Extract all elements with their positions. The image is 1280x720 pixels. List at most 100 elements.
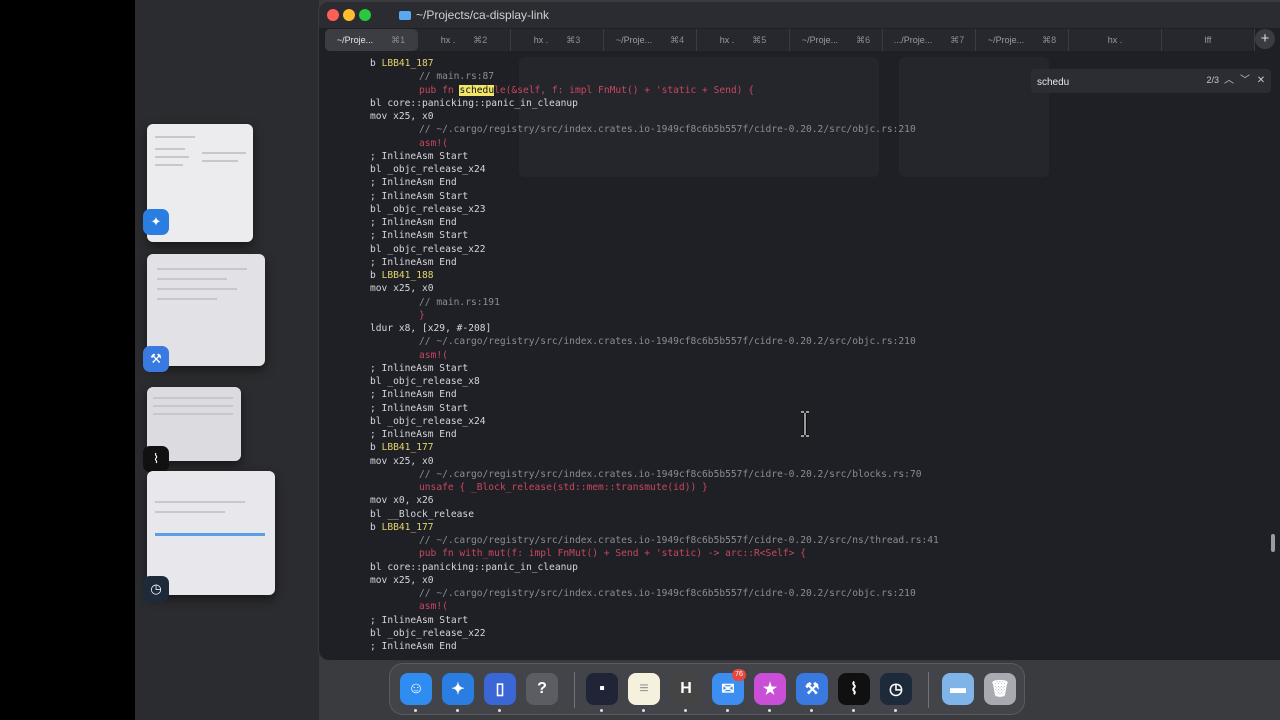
tab-label: ~/Proje...: [615, 35, 653, 45]
tab-label: hx .: [719, 35, 735, 45]
tab-2[interactable]: hx . ⌘2: [418, 29, 511, 51]
previous-match-button[interactable]: ︿: [1222, 73, 1236, 89]
folder-icon: [399, 10, 411, 20]
tab-3[interactable]: hx . ⌘3: [511, 29, 604, 51]
xcode-beta-app-icon[interactable]: ⚒: [796, 673, 828, 705]
code-token: // ~/.cargo/registry/src/index.crates.io…: [419, 535, 939, 546]
code-token: le(&self, f: impl FnMut() + 'static + Se…: [494, 84, 755, 96]
tab-7[interactable]: .../Proje... ⌘7: [883, 29, 976, 51]
trash-icon[interactable]: 🗑: [984, 673, 1016, 705]
tab-shortcut: ⌘3: [566, 34, 581, 45]
code-token: bl core::panicking::panic_in_cleanup: [370, 97, 578, 109]
code-line: // main.rs:191: [370, 296, 939, 309]
scrollbar-thumb[interactable]: [1271, 534, 1275, 552]
tab-label: hx .: [440, 35, 456, 45]
new-tab-button[interactable]: +: [1255, 29, 1275, 49]
code-line: // main.rs:87: [370, 70, 939, 83]
code-token: // ~/.cargo/registry/src/index.crates.io…: [419, 336, 916, 348]
disassembly-output[interactable]: b LBB41_187 // main.rs:87 pub fn schedule(…: [370, 57, 939, 653]
code-token: bl _objc_release_x22: [370, 627, 486, 639]
tab-shortcut: ⌘6: [856, 34, 871, 45]
code-token: mov x25, x0: [370, 455, 434, 467]
search-input[interactable]: [1035, 71, 1199, 93]
code-line: // ~/.cargo/registry/src/index.crates.io…: [370, 123, 939, 136]
code-line: unsafe { _Block_release(std::mem::transm…: [370, 481, 939, 494]
code-token: b: [370, 270, 382, 281]
code-token: bl core::panicking::panic_in_cleanup: [370, 561, 578, 573]
downloads-folder-icon[interactable]: ▬: [942, 673, 974, 705]
terminal-window[interactable]: ~/Projects/ca-display-link ~/Proje... ⌘1 h…: [319, 2, 1280, 660]
search-match-highlight: schedu: [459, 84, 495, 96]
running-indicator: [768, 709, 771, 712]
code-token: pub fn with_mut(f: impl FnMut() + Send +…: [419, 548, 806, 560]
help-app-icon[interactable]: ?: [526, 673, 558, 705]
window-title-text: ~/Projects/ca-display-link: [416, 8, 550, 22]
simulator-app-icon[interactable]: ▯: [484, 673, 516, 705]
code-line: asm!(: [370, 349, 939, 362]
window-title: ~/Projects/ca-display-link: [399, 8, 549, 22]
code-token: ldur x8, [x29, #-208]: [370, 323, 492, 334]
finder-app-icon[interactable]: ☺: [400, 673, 432, 705]
code-token: ; InlineAsm Start: [370, 150, 469, 162]
tab-8[interactable]: ~/Proje... ⌘8: [976, 29, 1069, 51]
running-indicator: [642, 709, 645, 712]
code-token: b: [370, 58, 382, 69]
tab-label: hx .: [1107, 35, 1123, 45]
code-token: b: [370, 442, 382, 454]
code-line: pub fn with_mut(f: impl FnMut() + Send +…: [370, 547, 939, 560]
tab-shortcut: ⌘7: [950, 34, 965, 45]
tab-6[interactable]: ~/Proje... ⌘6: [790, 29, 883, 51]
code-token: bl _objc_release_x22: [370, 243, 486, 255]
close-search-button[interactable]: ✕: [1254, 73, 1268, 89]
code-line: bl _objc_release_x8: [370, 375, 939, 388]
code-line: mov x25, x0: [370, 282, 939, 295]
code-line: b LBB41_177: [370, 441, 939, 454]
text-cursor-icon: [801, 411, 809, 437]
safari-app-icon[interactable]: ✦: [442, 673, 474, 705]
stage-manager-strip: ✦ ⚒ ⌇ ◷: [135, 0, 319, 720]
code-token: bl _objc_release_x24: [370, 164, 486, 175]
code-token: ; InlineAsm End: [370, 256, 457, 268]
dock-separator: [928, 672, 929, 708]
instruments-app-icon[interactable]: ◷: [880, 673, 912, 705]
notes-app-icon[interactable]: ≡: [628, 673, 660, 705]
code-line: b LBB41_188: [370, 269, 939, 282]
code-line: ; InlineAsm Start: [370, 614, 939, 627]
code-line: // ~/.cargo/registry/src/index.crates.io…: [370, 468, 939, 481]
activity-monitor-icon: ⌇: [143, 446, 169, 472]
close-window-button[interactable]: [327, 9, 339, 21]
activity-monitor-app-icon[interactable]: ⌇: [838, 673, 870, 705]
code-line: pub fn schedule(&self, f: impl FnMut() +…: [370, 84, 939, 97]
code-token: LBB41_187: [381, 58, 434, 69]
tab-1[interactable]: ~/Proje... ⌘1: [325, 29, 418, 51]
code-token: ; InlineAsm Start: [370, 402, 469, 414]
helix-app-icon[interactable]: H: [670, 673, 702, 705]
dock: ☺ ✦ ▯? ▪ ≡ H ✉ ★ ⚒ ⌇ ◷ ▬ 🗑 76: [389, 663, 1025, 715]
tab-4[interactable]: ~/Proje... ⌘4: [604, 29, 697, 51]
mail-unread-badge: 76: [732, 669, 746, 681]
code-line: ldur x8, [x29, #-208]: [370, 322, 939, 335]
running-indicator: [456, 709, 459, 712]
minimize-window-button[interactable]: [343, 9, 355, 21]
tab-10[interactable]: lff: [1162, 29, 1255, 51]
tab-shortcut: ⌘2: [473, 34, 488, 45]
next-match-button[interactable]: ﹀: [1238, 73, 1252, 89]
code-token: LBB41_177: [381, 442, 434, 454]
code-line: bl core::panicking::panic_in_cleanup: [370, 561, 939, 574]
tab-5[interactable]: hx . ⌘5: [697, 29, 790, 51]
code-line: ; InlineAsm Start: [370, 362, 939, 375]
feedback-app-icon[interactable]: ★: [754, 673, 786, 705]
code-line: b LBB41_177: [370, 521, 939, 534]
code-token: // main.rs:87: [419, 71, 495, 83]
code-line: bl _objc_release_x23: [370, 203, 939, 216]
tab-9[interactable]: hx .: [1069, 29, 1162, 51]
code-token: ; InlineAsm End: [370, 429, 457, 440]
zoom-window-button[interactable]: [359, 9, 371, 21]
code-line: ; InlineAsm Start: [370, 229, 939, 242]
code-line: ; InlineAsm Start: [370, 402, 939, 415]
terminal-app-icon[interactable]: ▪: [586, 673, 618, 705]
code-line: ; InlineAsm Start: [370, 190, 939, 203]
stage-thumb-instruments[interactable]: [147, 471, 275, 595]
code-token: bl _objc_release_x24: [370, 415, 486, 427]
tab-shortcut: ⌘1: [391, 34, 406, 45]
